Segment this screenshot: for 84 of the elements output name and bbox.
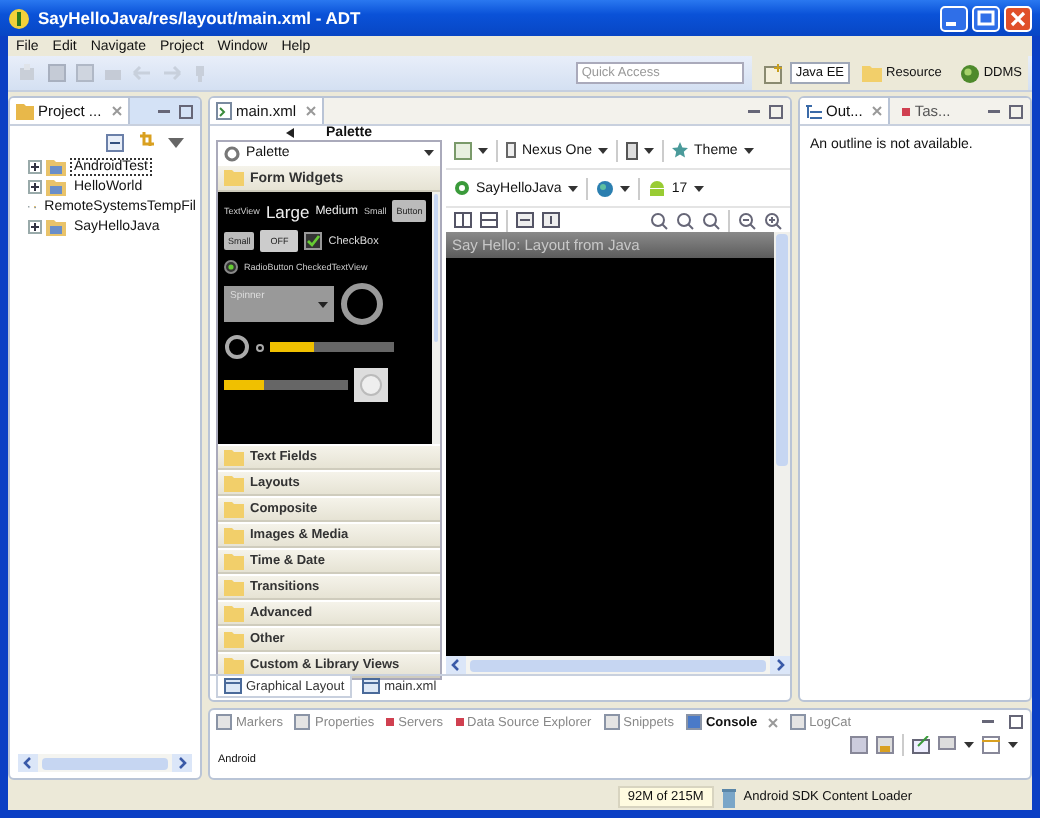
- layout-icon: [224, 678, 242, 694]
- orientation-dropdown[interactable]: [626, 141, 655, 159]
- view-icon: [216, 714, 232, 730]
- zoom-out-icon[interactable]: [738, 211, 756, 229]
- caret-icon[interactable]: [964, 741, 974, 747]
- caret-icon[interactable]: [1008, 741, 1018, 747]
- layout-icon: [362, 678, 381, 694]
- maximize-button[interactable]: [972, 5, 1000, 31]
- display-console-icon[interactable]: [938, 735, 956, 753]
- caret-icon: [644, 147, 655, 153]
- view-icon: [685, 714, 702, 730]
- folder-icon: [862, 64, 883, 82]
- image-placeholder-icon: [354, 368, 388, 402]
- config-dropdown[interactable]: [454, 141, 488, 159]
- android-icon: [8, 7, 30, 29]
- globe-icon: [595, 179, 614, 197]
- phone-icon: [626, 141, 639, 159]
- maximize-icon[interactable]: [768, 103, 784, 119]
- scroll-right-icon[interactable]: [770, 656, 790, 674]
- caret-icon: [693, 185, 704, 191]
- widget-text: Large: [265, 201, 310, 221]
- maximize-icon[interactable]: [1008, 714, 1024, 730]
- project-icon: [16, 102, 34, 120]
- vertical-scrollbar[interactable]: [432, 192, 440, 444]
- close-icon[interactable]: [111, 106, 122, 116]
- caret-icon: [318, 301, 328, 307]
- close-icon[interactable]: [767, 717, 778, 727]
- zoom-in-icon[interactable]: [764, 211, 782, 229]
- view-icon: [789, 714, 806, 730]
- scroll-right-icon[interactable]: [172, 754, 192, 772]
- task-icon: [902, 107, 911, 115]
- collapse-arrow-icon: [286, 128, 295, 138]
- clear-console-icon[interactable]: [850, 735, 868, 753]
- maximize-icon[interactable]: [178, 103, 194, 119]
- progress-ring-icon: [256, 343, 264, 351]
- config-icon: [454, 141, 472, 159]
- xml-file-icon: [216, 102, 232, 120]
- caret-icon: [567, 185, 578, 191]
- progress-bar: [270, 342, 394, 352]
- caret-icon: [598, 147, 609, 153]
- close-icon[interactable]: [306, 106, 317, 116]
- phone-icon: [506, 142, 516, 158]
- collapse-all-icon[interactable]: [106, 133, 124, 151]
- pin-console-icon[interactable]: [912, 735, 930, 753]
- progress-ring-icon: [340, 282, 384, 326]
- open-perspective-icon[interactable]: [763, 63, 784, 83]
- minimize-button[interactable]: [940, 5, 968, 31]
- horizontal-scrollbar[interactable]: [18, 754, 192, 772]
- view-icon: [603, 714, 620, 730]
- progress-ring-icon: [224, 334, 250, 360]
- window-title: SayHelloJava/res/layout/main.xml - ADT: [38, 8, 361, 28]
- fill-width-icon[interactable]: [516, 212, 534, 228]
- zoom-icon[interactable]: [676, 211, 694, 229]
- fill-height-icon[interactable]: [542, 212, 560, 228]
- gear-icon: [224, 145, 240, 161]
- caret-icon: [743, 147, 754, 153]
- trash-icon[interactable]: [721, 787, 736, 807]
- zoom-icon[interactable]: [650, 211, 668, 229]
- layout-toggle-icon[interactable]: [454, 212, 472, 228]
- activity-icon: [454, 180, 470, 196]
- radio-icon: [224, 260, 238, 274]
- scroll-left-icon[interactable]: [18, 754, 38, 772]
- view-menu-icon[interactable]: [168, 137, 184, 147]
- caret-icon: [424, 150, 434, 156]
- caret-icon: [619, 185, 630, 191]
- maximize-icon[interactable]: [1008, 103, 1024, 119]
- folder-open-icon: [224, 170, 244, 186]
- zoom-icon[interactable]: [702, 211, 720, 229]
- vertical-scrollbar[interactable]: [774, 232, 790, 656]
- close-icon[interactable]: [872, 106, 883, 116]
- android-robot-icon: [647, 180, 666, 196]
- seek-bar: [224, 380, 348, 390]
- horizontal-scrollbar[interactable]: [446, 656, 790, 674]
- locale-dropdown[interactable]: [595, 179, 630, 197]
- layout-toggle-icon[interactable]: [480, 212, 498, 228]
- globe-icon: [959, 63, 980, 83]
- caret-icon: [478, 147, 488, 153]
- new-console-icon[interactable]: [982, 735, 1000, 753]
- scroll-lock-icon[interactable]: [876, 735, 894, 753]
- close-button[interactable]: [1004, 5, 1032, 31]
- scroll-left-icon[interactable]: [446, 656, 466, 674]
- star-icon: [672, 142, 689, 158]
- outline-icon: [806, 103, 822, 119]
- view-icon: [294, 714, 311, 730]
